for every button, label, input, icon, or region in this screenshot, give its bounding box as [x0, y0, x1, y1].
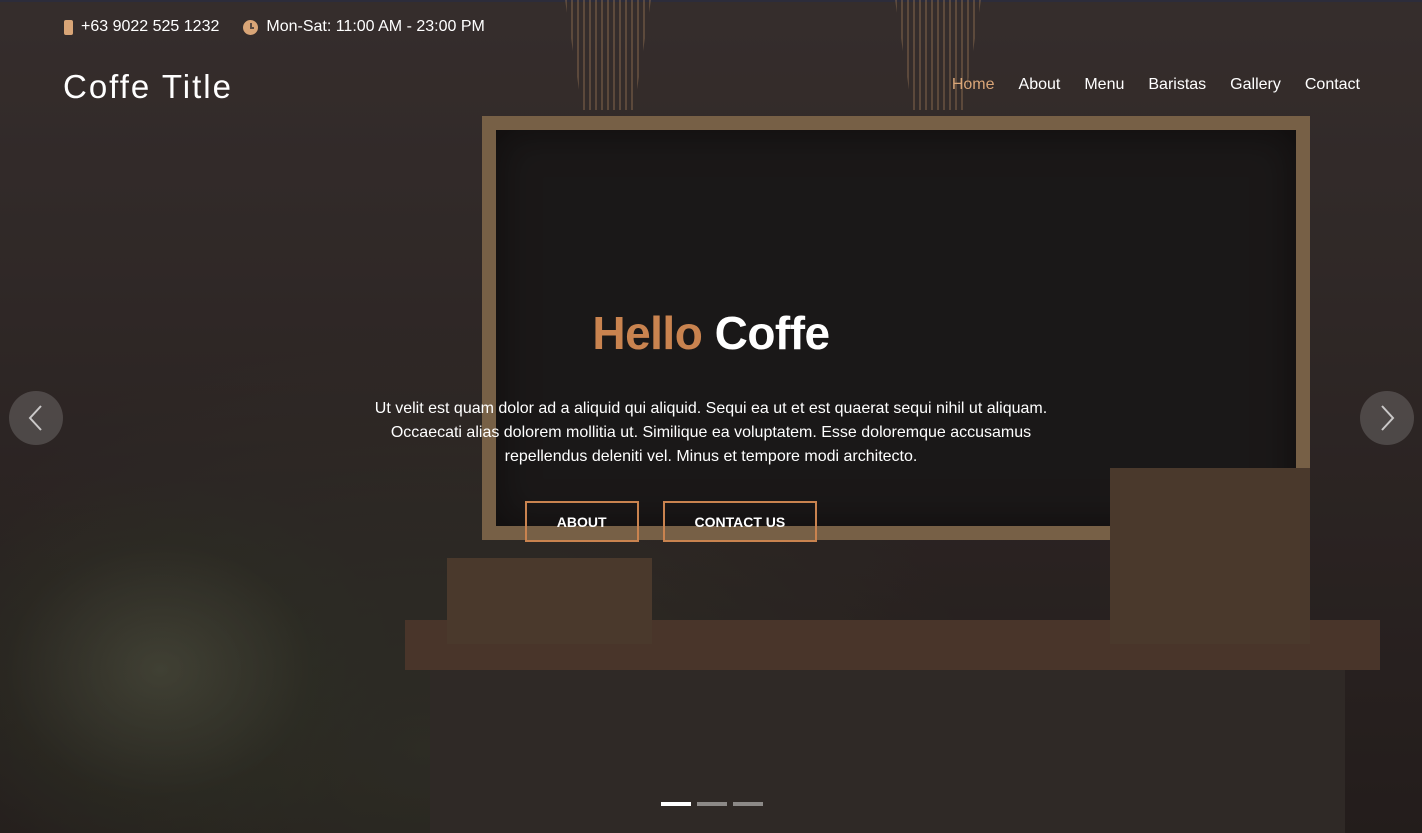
hero-buttons: ABOUT CONTACT US	[356, 501, 1066, 542]
nav-about[interactable]: About	[1019, 76, 1061, 94]
hero-title: Hello Coffe	[356, 305, 1066, 361]
about-button[interactable]: ABOUT	[524, 501, 639, 542]
nav-menu[interactable]: Menu	[1084, 76, 1124, 94]
chevron-right-icon	[1381, 405, 1395, 431]
hero-title-main: Coffe	[714, 307, 831, 359]
carousel-prev-button[interactable]	[9, 391, 63, 445]
carousel-indicator[interactable]	[697, 802, 727, 806]
hero-description: Ut velit est quam dolor ad a aliquid qui…	[374, 400, 1048, 465]
nav-baristas[interactable]: Baristas	[1148, 76, 1206, 94]
hero-title-accent: Hello	[592, 307, 703, 359]
phone-number: +63 9022 525 1232	[81, 18, 220, 35]
main-nav: Home About Menu Baristas Gallery Contact	[952, 76, 1360, 94]
topbar: +63 9022 525 1232 Mon-Sat: 11:00 AM - 23…	[64, 16, 485, 38]
site-title[interactable]: Coffe Title	[63, 68, 233, 106]
opening-hours: Mon-Sat: 11:00 AM - 23:00 PM	[266, 18, 485, 35]
carousel-indicator[interactable]	[661, 802, 691, 806]
topbar-hours: Mon-Sat: 11:00 AM - 23:00 PM	[243, 18, 485, 36]
carousel-next-button[interactable]	[1360, 391, 1414, 445]
phone-icon	[64, 19, 73, 35]
clock-icon	[243, 19, 259, 35]
carousel-indicator[interactable]	[733, 802, 763, 806]
contact-us-button[interactable]: CONTACT US	[662, 501, 818, 542]
topbar-phone: +63 9022 525 1232	[64, 18, 219, 36]
carousel-indicators	[661, 802, 763, 806]
nav-home[interactable]: Home	[952, 76, 995, 94]
hero-content: Hello Coffe Ut velit est quam dolor ad a…	[356, 305, 1066, 542]
chevron-left-icon	[28, 405, 42, 431]
nav-gallery[interactable]: Gallery	[1230, 76, 1281, 94]
nav-contact[interactable]: Contact	[1305, 76, 1360, 94]
